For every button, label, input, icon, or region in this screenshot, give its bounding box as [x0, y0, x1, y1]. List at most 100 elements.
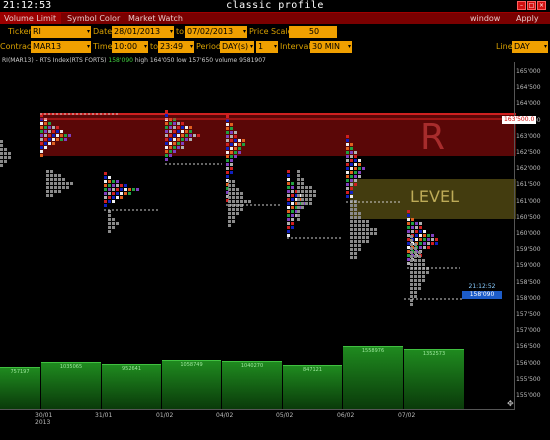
- date-label: Date: [93, 27, 113, 36]
- move-icon[interactable]: ✥: [507, 399, 514, 408]
- profile-dot: [362, 167, 365, 170]
- profile-dot: [236, 200, 239, 203]
- profile-dot: [414, 271, 417, 274]
- menu-bar: Volume Limit Symbol Color Market Watch w…: [0, 12, 550, 25]
- profile-dot: [108, 222, 111, 225]
- profile-dot: [418, 267, 421, 270]
- close-button[interactable]: ×: [537, 1, 546, 10]
- profile-dot: [232, 192, 235, 195]
- profile-dot: [301, 194, 304, 197]
- profile-dot: [431, 238, 434, 241]
- profile-dot: [366, 220, 369, 223]
- minimize-button[interactable]: –: [517, 1, 526, 10]
- profile-dot: [358, 240, 361, 243]
- profile-dot: [358, 175, 361, 178]
- profile-dot: [291, 202, 294, 205]
- contract-select[interactable]: MAR13 ▾: [31, 41, 91, 53]
- profile-dot: [354, 232, 357, 235]
- profile-dot: [232, 180, 235, 183]
- line-select[interactable]: DAY ▾: [512, 41, 548, 53]
- profile-dot: [297, 206, 300, 209]
- profile-dot: [120, 184, 123, 187]
- profile-dot: [287, 170, 290, 173]
- profile-dot: [226, 195, 229, 198]
- profile-dot: [414, 263, 417, 266]
- profile-dot: [66, 186, 69, 189]
- price-scale-input[interactable]: 50: [289, 26, 337, 38]
- maximize-button[interactable]: □: [527, 1, 536, 10]
- profile-dot: [407, 250, 410, 253]
- time-to-select[interactable]: 23:49 ▾: [158, 41, 194, 53]
- chevron-down-icon: ▾: [273, 43, 277, 50]
- profile-dot: [411, 254, 414, 257]
- profile-dot: [232, 200, 235, 203]
- profile-dot: [410, 267, 413, 270]
- profile-dot: [305, 194, 308, 197]
- profile-dot: [354, 171, 357, 174]
- profile-dot: [410, 235, 413, 238]
- profile-dot: [104, 200, 107, 203]
- profile-dot: [411, 238, 414, 241]
- ticker-value: RI: [33, 27, 41, 36]
- profile-dot: [362, 232, 365, 235]
- profile-dot: [415, 246, 418, 249]
- profile-dot: [435, 238, 438, 241]
- profile-dot: [374, 228, 377, 231]
- period-value: DAY(s): [222, 42, 249, 51]
- profile-dot: [108, 196, 111, 199]
- profile-dot: [228, 196, 231, 199]
- profile-dot: [350, 175, 353, 178]
- profile-dot: [228, 216, 231, 219]
- profile-dot: [287, 202, 290, 205]
- profile-dot: [120, 196, 123, 199]
- profile-dot: [228, 188, 231, 191]
- profile-dot: [116, 188, 119, 191]
- profile-dot: [236, 192, 239, 195]
- date-from-select[interactable]: 28/01/2013 ▾: [112, 26, 174, 38]
- profile-dot: [295, 214, 298, 217]
- ticker-select[interactable]: RI ▾: [31, 26, 91, 38]
- profile-dot: [366, 236, 369, 239]
- profile-dot: [136, 188, 139, 191]
- profile-dot: [291, 218, 294, 221]
- profile-dot: [226, 167, 229, 170]
- profile-dot: [415, 222, 418, 225]
- profile-dot: [62, 182, 65, 185]
- profile-dot: [4, 160, 7, 163]
- profile-dot: [226, 163, 229, 166]
- profile-dot: [358, 244, 361, 247]
- profile-dot: [366, 224, 369, 227]
- profile-dot: [309, 198, 312, 201]
- profile-dot: [104, 180, 107, 183]
- profile-dot: [228, 224, 231, 227]
- ticker-label: Ticker: [8, 27, 32, 36]
- profile-dot: [362, 240, 365, 243]
- profile-dot: [419, 246, 422, 249]
- date-to-select[interactable]: 07/02/2013 ▾: [185, 26, 247, 38]
- profile-dot: [232, 216, 235, 219]
- profile-dot: [358, 159, 361, 162]
- profile-dot: [411, 234, 414, 237]
- volume-label: 1058749: [180, 362, 203, 368]
- time-from-select[interactable]: 10:00 ▾: [112, 41, 148, 53]
- profile-dot: [358, 163, 361, 166]
- profile-dot: [108, 214, 111, 217]
- profile-dot: [228, 192, 231, 195]
- profile-dot: [410, 303, 413, 306]
- profile-dot: [407, 222, 410, 225]
- profile-dot: [354, 159, 357, 162]
- profile-dot: [46, 174, 49, 177]
- price-tick: 164'000: [516, 100, 541, 108]
- profile-dot: [418, 251, 421, 254]
- profile-dot: [54, 186, 57, 189]
- period-select[interactable]: DAY(s) ▾: [220, 41, 254, 53]
- profile-dot: [62, 186, 65, 189]
- interval-value: 30 MIN: [312, 42, 340, 51]
- period-count-select[interactable]: 1 ▾: [256, 41, 278, 53]
- interval-select[interactable]: 30 MIN ▾: [310, 41, 352, 53]
- profile-dot: [407, 262, 410, 265]
- profile-dot: [104, 188, 107, 191]
- profile-dot: [54, 178, 57, 181]
- profile-dot: [232, 184, 235, 187]
- profile-dot: [230, 167, 233, 170]
